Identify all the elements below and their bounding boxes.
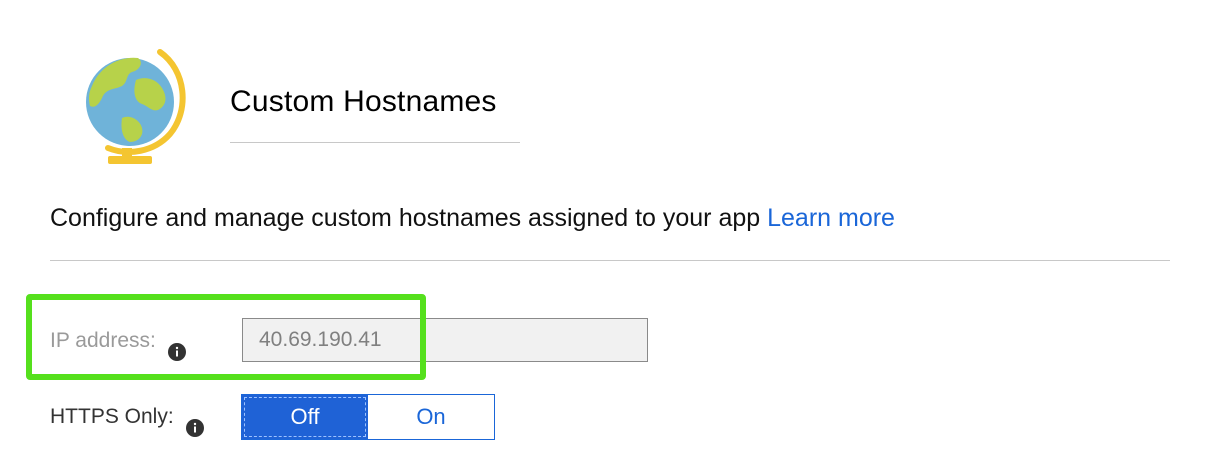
https-only-toggle: Off On — [241, 394, 495, 440]
https-on-button[interactable]: On — [368, 395, 494, 439]
description: Configure and manage custom hostnames as… — [50, 200, 895, 236]
info-icon[interactable] — [185, 408, 204, 437]
highlight-box — [26, 294, 426, 380]
page-title: Custom Hostnames — [230, 85, 497, 118]
description-divider — [50, 260, 1170, 261]
https-off-button[interactable]: Off — [242, 395, 368, 439]
https-only-row: HTTPS Only: — [50, 394, 242, 440]
https-only-label-wrap: HTTPS Only: — [50, 394, 242, 440]
https-only-label: HTTPS Only: — [50, 405, 174, 428]
title-divider — [230, 142, 520, 143]
description-text: Configure and manage custom hostnames as… — [50, 204, 768, 232]
globe-icon — [82, 48, 194, 172]
learn-more-link[interactable]: Learn more — [767, 204, 895, 232]
